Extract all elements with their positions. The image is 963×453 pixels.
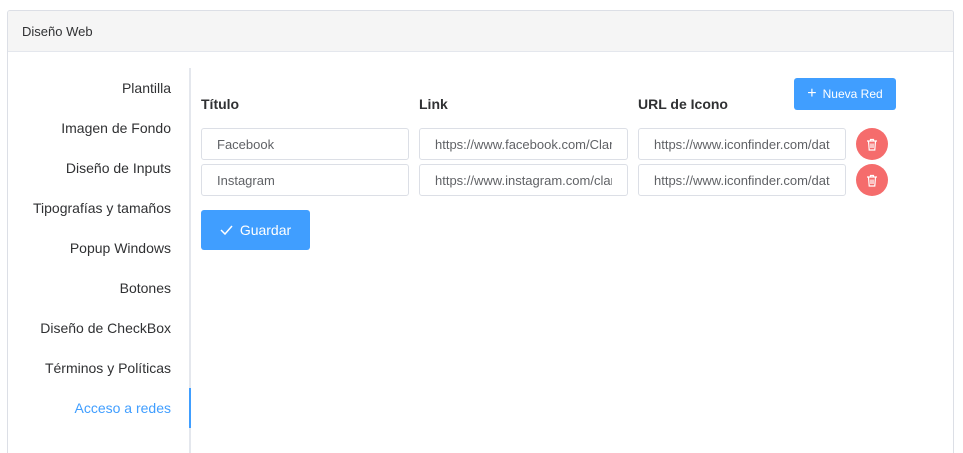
save-button-label: Guardar: [239, 222, 292, 238]
sidebar-item-plantilla[interactable]: Plantilla: [8, 68, 189, 108]
network-icon-url-input[interactable]: [654, 136, 830, 152]
check-icon: [220, 225, 233, 235]
network-link-input[interactable]: [435, 172, 612, 188]
sidebar-item-diseno-de-checkbox[interactable]: Diseño de CheckBox: [8, 308, 189, 348]
delete-row-button[interactable]: [856, 128, 888, 160]
sidebar-item-terminos-y-politicas[interactable]: Términos y Políticas: [8, 348, 189, 388]
sidebar-item-label: Términos y Políticas: [44, 360, 171, 376]
sidebar-item-label: Plantilla: [121, 80, 171, 96]
sidebar-item-label: Tipografías y tamaños: [33, 200, 171, 216]
sidebar-item-label: Diseño de CheckBox: [40, 320, 171, 336]
panel-header: Diseño Web: [8, 11, 953, 52]
add-network-label: Nueva Red: [822, 87, 883, 101]
sidebar-item-label: Acceso a redes: [74, 400, 172, 416]
sidebar-item-label: Botones: [119, 280, 171, 296]
sidebar-item-popup-windows[interactable]: Popup Windows: [8, 228, 189, 268]
sidebar: Plantilla Imagen de Fondo Diseño de Inpu…: [8, 68, 191, 453]
network-icon-url-field[interactable]: [638, 128, 846, 160]
trash-icon: [867, 138, 877, 151]
sidebar-item-botones[interactable]: Botones: [8, 268, 189, 308]
social-networks-form: Título Link URL de Icono + Nueva Red Fac…: [201, 68, 951, 453]
network-title-field[interactable]: [201, 164, 409, 196]
network-icon-url-field[interactable]: [638, 164, 846, 196]
sidebar-item-label: Imagen de Fondo: [61, 120, 171, 136]
sidebar-item-label: Popup Windows: [69, 240, 171, 256]
add-network-button[interactable]: + Nueva Red: [794, 78, 896, 110]
delete-row-button[interactable]: [856, 164, 888, 196]
column-header-title: Título: [201, 96, 240, 112]
column-header-link: Link: [419, 96, 448, 112]
sidebar-item-label: Diseño de Inputs: [65, 160, 171, 176]
plus-icon: +: [807, 85, 817, 102]
settings-panel: Diseño Web Plantilla Imagen de Fondo Dis…: [7, 10, 954, 453]
column-header-icon-url: URL de Icono: [638, 96, 728, 112]
network-link-field[interactable]: [419, 164, 628, 196]
network-title-field[interactable]: [201, 128, 409, 160]
network-title-input[interactable]: [217, 172, 393, 188]
sidebar-item-tipografias[interactable]: Tipografías y tamaños: [8, 188, 189, 228]
trash-icon: [867, 174, 877, 187]
network-link-field[interactable]: [419, 128, 628, 160]
network-icon-url-input[interactable]: [654, 172, 830, 188]
sidebar-item-acceso-a-redes[interactable]: Acceso a redes: [8, 388, 191, 428]
save-button[interactable]: Guardar: [201, 210, 310, 250]
sidebar-item-imagen-de-fondo[interactable]: Imagen de Fondo: [8, 108, 189, 148]
sidebar-item-diseno-de-inputs[interactable]: Diseño de Inputs: [8, 148, 189, 188]
panel-title: Diseño Web: [22, 23, 93, 39]
network-link-input[interactable]: [435, 136, 612, 152]
network-title-input[interactable]: [217, 136, 393, 152]
